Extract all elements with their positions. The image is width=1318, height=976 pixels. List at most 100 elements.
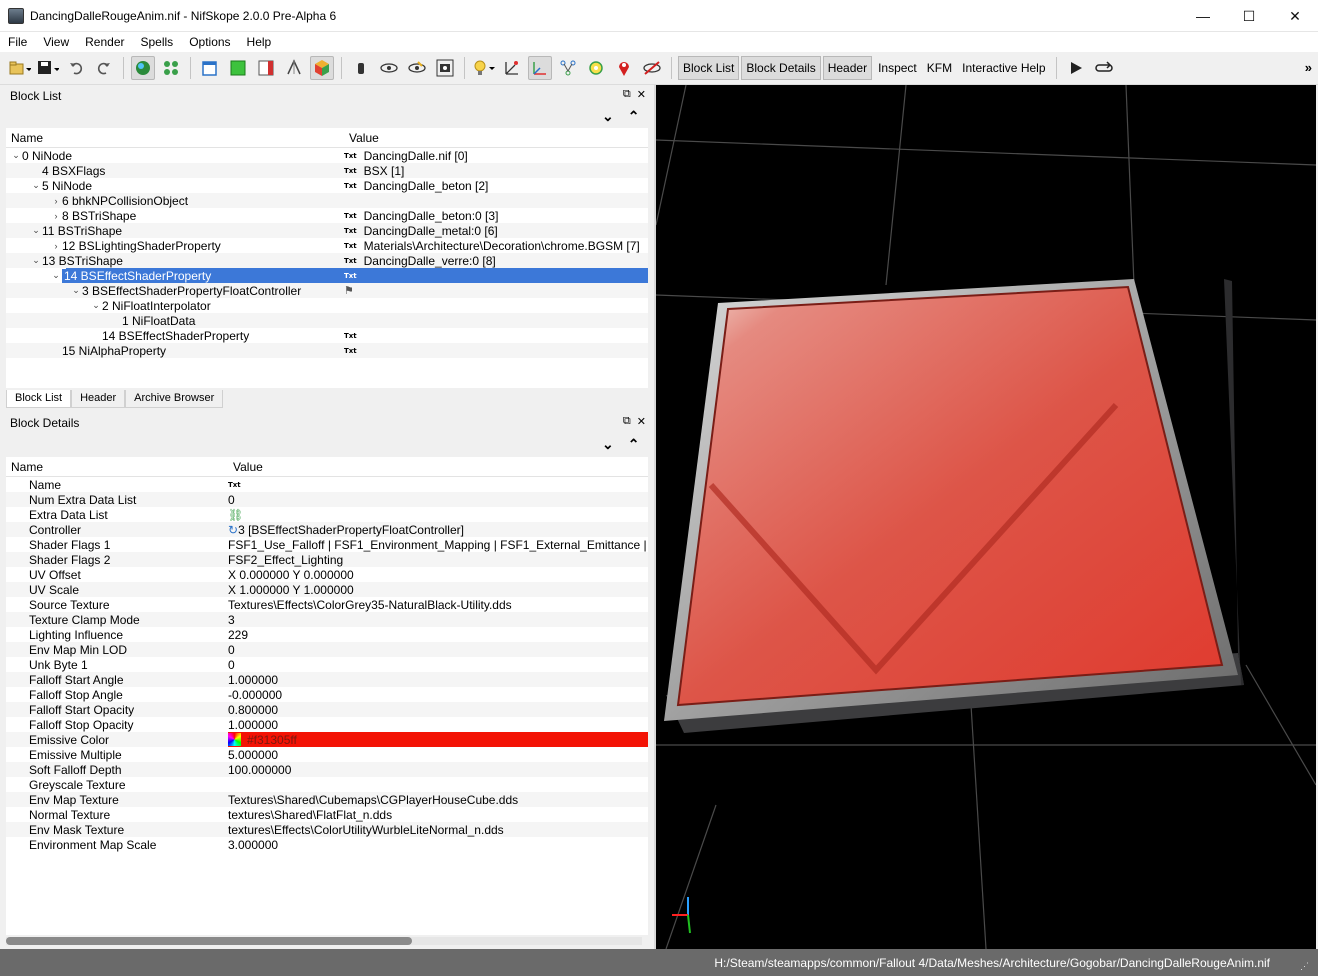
detail-row[interactable]: Env Map Texture Textures\Shared\Cubemaps\…	[6, 792, 648, 807]
detail-row[interactable]: Emissive Multiple 5.000000	[6, 747, 648, 762]
eye-icon[interactable]	[377, 56, 401, 80]
name-column-header[interactable]: Name	[6, 131, 43, 145]
marker-icon[interactable]	[612, 56, 636, 80]
play-icon[interactable]	[1064, 56, 1088, 80]
maximize-button[interactable]: ☐	[1226, 0, 1272, 32]
save-icon[interactable]	[36, 56, 60, 80]
hand-icon[interactable]	[349, 56, 373, 80]
view-top-icon[interactable]	[226, 56, 250, 80]
field-value[interactable]: textures\Effects\ColorUtilityWurbleLiteN…	[228, 822, 648, 837]
collapse-all-icon[interactable]: ⌃	[628, 436, 640, 453]
expand-arrow-icon[interactable]: ⌄	[30, 225, 42, 236]
block-list-row[interactable]: 14 BSEffectShaderProperty Txt	[6, 328, 648, 343]
tab-block-list[interactable]: Block List	[6, 390, 72, 408]
minimize-button[interactable]: —	[1180, 0, 1226, 32]
field-value[interactable]: Textures\Effects\ColorGrey35-NaturalBlac…	[228, 597, 648, 612]
block-list-row[interactable]: 4 BSXFlags Txt BSX [1]	[6, 163, 648, 178]
detail-row[interactable]: Falloff Stop Angle -0.000000	[6, 687, 648, 702]
scrollbar-thumb[interactable]	[6, 937, 412, 945]
field-value[interactable]: FSF1_Use_Falloff | FSF1_Environment_Mapp…	[228, 537, 648, 552]
globe-icon[interactable]	[131, 56, 155, 80]
block-list-row[interactable]: ⌄ 3 BSEffectShaderPropertyFloatController…	[6, 283, 648, 298]
field-value[interactable]: 5.000000	[228, 747, 648, 762]
field-value[interactable]: 0.800000	[228, 702, 648, 717]
detail-row[interactable]: Env Map Min LOD 0	[6, 642, 648, 657]
name-column-header[interactable]: Name	[6, 460, 43, 474]
field-value[interactable]: -0.000000	[228, 687, 648, 702]
block-list-row[interactable]: ⌄ 13 BSTriShape Txt DancingDalle_verre:0 [8…	[6, 253, 648, 268]
menu-spells[interactable]: Spells	[133, 32, 182, 52]
close-button[interactable]: ✕	[1272, 0, 1318, 32]
expand-arrow-icon[interactable]: ⌄	[90, 300, 102, 311]
redo-icon[interactable]	[92, 56, 116, 80]
block-list-row[interactable]: 1 NiFloatData	[6, 313, 648, 328]
nodes-icon[interactable]	[159, 56, 183, 80]
float-panel-icon[interactable]: ⧉	[623, 415, 631, 428]
detail-row[interactable]: Source Texture Textures\Effects\ColorGrey…	[6, 597, 648, 612]
block-list-row[interactable]: ⌄ 0 NiNode Txt DancingDalle.nif [0]	[6, 148, 648, 163]
expand-arrow-icon[interactable]: ⌄	[10, 150, 22, 161]
menu-render[interactable]: Render	[77, 32, 132, 52]
block-list-row[interactable]: › 6 bhkNPCollisionObject	[6, 193, 648, 208]
field-value[interactable]: 3	[228, 612, 648, 627]
view-front-icon[interactable]	[198, 56, 222, 80]
toolbar-overflow-button[interactable]: »	[1305, 60, 1312, 75]
detail-row[interactable]: Environment Map Scale 3.000000	[6, 837, 648, 852]
detail-row[interactable]: UV Scale X 1.000000 Y 1.000000	[6, 582, 648, 597]
menu-options[interactable]: Options	[181, 32, 238, 52]
field-value[interactable]: textures\Shared\FlatFlat_n.dds	[228, 807, 648, 822]
color-picker-icon[interactable]	[228, 733, 241, 746]
field-value[interactable]: 0	[228, 492, 648, 507]
resize-grip-icon[interactable]: ⋰	[1300, 961, 1310, 971]
tab-archive-browser[interactable]: Archive Browser	[125, 390, 224, 408]
field-value[interactable]: ⛓	[228, 507, 648, 522]
float-panel-icon[interactable]: ⧉	[623, 88, 631, 101]
block-list-row[interactable]: ⌄ 2 NiFloatInterpolator	[6, 298, 648, 313]
field-value[interactable]: 229	[228, 627, 648, 642]
toolbar-interactive-help-button[interactable]: Interactive Help	[958, 57, 1049, 79]
field-value[interactable]: 100.000000	[228, 762, 648, 777]
expand-arrow-icon[interactable]: ⌄	[70, 285, 82, 296]
undo-icon[interactable]	[64, 56, 88, 80]
expand-arrow-icon[interactable]: ›	[50, 241, 62, 251]
close-panel-icon[interactable]: ✕	[637, 88, 646, 101]
value-column-header[interactable]: Value	[233, 460, 263, 474]
expand-arrow-icon[interactable]: ›	[50, 196, 62, 206]
field-value[interactable]: X 1.000000 Y 1.000000	[228, 582, 648, 597]
block-list-row[interactable]: 15 NiAlphaProperty Txt	[6, 343, 648, 358]
detail-row[interactable]: Num Extra Data List 0	[6, 492, 648, 507]
view-side-icon[interactable]	[254, 56, 278, 80]
expand-all-icon[interactable]: ⌄	[602, 108, 614, 125]
expand-arrow-icon[interactable]: ⌄	[50, 270, 62, 281]
field-value[interactable]: Textures\Shared\Cubemaps\CGPlayerHouseCu…	[228, 792, 648, 807]
detail-row[interactable]: Env Mask Texture textures\Effects\ColorUt…	[6, 822, 648, 837]
value-column-header[interactable]: Value	[349, 131, 379, 145]
hide-icon[interactable]	[640, 56, 664, 80]
field-value[interactable]: 3.000000	[228, 837, 648, 852]
detail-row[interactable]: Shader Flags 1 FSF1_Use_Falloff | FSF1_En…	[6, 537, 648, 552]
toolbar-header-button[interactable]: Header	[822, 56, 873, 80]
lightbulb-icon[interactable]	[472, 56, 496, 80]
transform-icon[interactable]	[528, 56, 552, 80]
axes-icon[interactable]	[500, 56, 524, 80]
horizontal-scrollbar[interactable]	[6, 937, 642, 945]
eye-hidden-icon[interactable]	[405, 56, 429, 80]
expand-all-icon[interactable]: ⌄	[602, 436, 614, 453]
detail-row[interactable]: UV Offset X 0.000000 Y 0.000000	[6, 567, 648, 582]
field-value[interactable]: 1.000000	[228, 717, 648, 732]
toolbar-kfm-button[interactable]: KFM	[923, 57, 956, 79]
view-perspective-icon[interactable]	[282, 56, 306, 80]
detail-row[interactable]: Shader Flags 2 FSF2_Effect_Lighting	[6, 552, 648, 567]
menu-file[interactable]: File	[0, 32, 35, 52]
detail-row[interactable]: Extra Data List ⛓	[6, 507, 648, 522]
detail-row[interactable]: Falloff Start Angle 1.000000	[6, 672, 648, 687]
detail-row[interactable]: Name Txt	[6, 477, 648, 492]
detail-row[interactable]: Unk Byte 1 0	[6, 657, 648, 672]
block-list-row[interactable]: ⌄ 14 BSEffectShaderProperty Txt	[6, 268, 648, 283]
sun-icon[interactable]	[584, 56, 608, 80]
field-value[interactable]: ↻ 3 [BSEffectShaderPropertyFloatControll…	[228, 522, 648, 537]
detail-row[interactable]: Emissive Color #f31305ff	[6, 732, 648, 747]
field-value[interactable]: 1.000000	[228, 672, 648, 687]
render-viewport[interactable]	[656, 85, 1316, 949]
screenshot-icon[interactable]	[433, 56, 457, 80]
